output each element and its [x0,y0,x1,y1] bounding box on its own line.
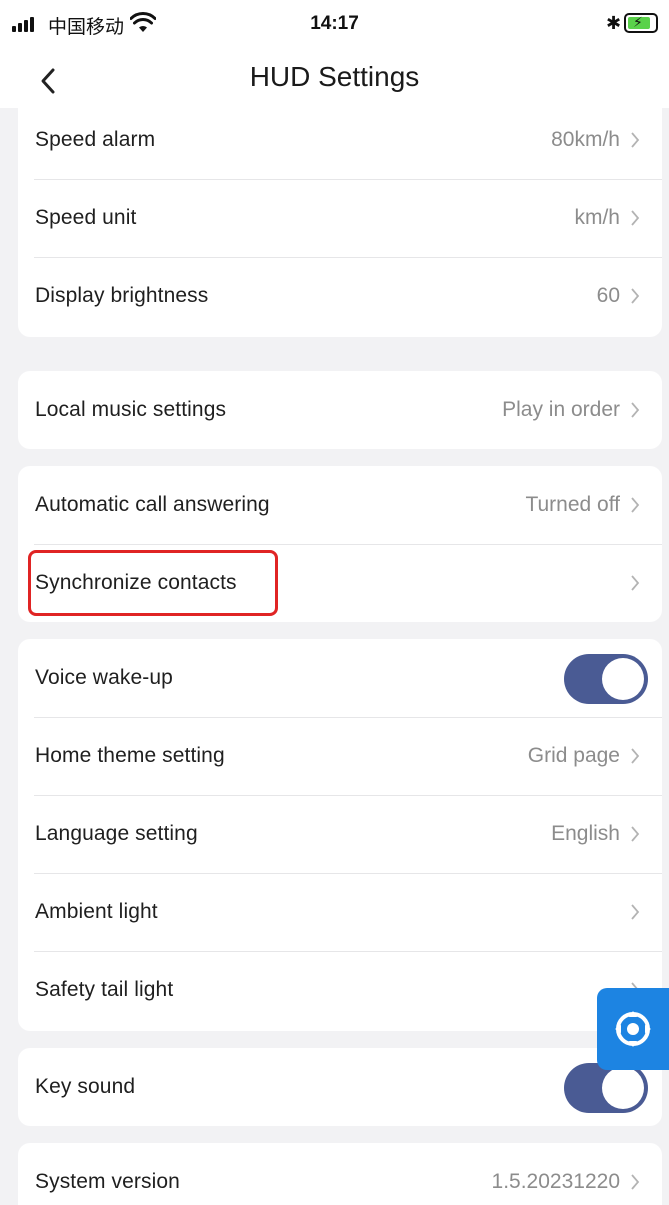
bluetooth-icon: ✱ [606,13,622,33]
setting-row-safety-tail-light[interactable]: Safety tail light [18,951,662,1029]
setting-label: Speed unit [35,206,137,229]
setting-value: Turned off [525,493,620,516]
setting-value: Play in order [502,398,620,421]
voice-wakeup-toggle[interactable] [564,654,648,704]
setting-value: km/h [574,206,620,229]
setting-row-speed-unit[interactable]: Speed unit km/h [18,179,662,257]
clock: 14:17 [310,13,359,34]
setting-label: Language setting [35,822,198,845]
settings-group-sound: Key sound [18,1048,662,1126]
chevron-right-icon [631,288,640,304]
setting-row-ambient-light[interactable]: Ambient light [18,873,662,951]
chevron-right-icon [631,210,640,226]
setting-label: Automatic call answering [35,493,270,516]
setting-value: 1.5.20231220 [491,1170,620,1193]
chevron-right-icon [631,904,640,920]
setting-row-speed-alarm[interactable]: Speed alarm 80km/h [18,101,662,179]
setting-label: Ambient light [35,900,158,923]
setting-label: Safety tail light [35,978,174,1001]
setting-row-sync-contacts[interactable]: Synchronize contacts [18,544,662,622]
setting-label: Key sound [35,1075,136,1098]
setting-label: Synchronize contacts [35,571,237,594]
setting-label: Display brightness [35,284,209,307]
setting-row-auto-answer[interactable]: Automatic call answering Turned off [18,466,662,544]
setting-row-language[interactable]: Language setting English [18,795,662,873]
settings-group-system: System version 1.5.20231220 [18,1143,662,1205]
page-title: HUD Settings [249,61,420,92]
chevron-right-icon [631,575,640,591]
status-bar: 中国移动 14:17 ✱ ⚡ [0,0,669,50]
setting-label: System version [35,1170,180,1193]
settings-group-general: Voice wake-up Home theme setting Grid pa… [18,639,662,1031]
chevron-right-icon [631,1174,640,1190]
setting-value: English [551,822,620,845]
setting-row-home-theme[interactable]: Home theme setting Grid page [18,717,662,795]
chevron-right-icon [631,748,640,764]
battery-charging-icon: ⚡ [624,13,658,33]
setting-value: Grid page [527,744,620,767]
chevron-right-icon [631,497,640,513]
settings-group-music: Local music settings Play in order [18,371,662,449]
setting-row-voice-wakeup: Voice wake-up [18,639,662,717]
nav-bar: HUD Settings [0,50,669,108]
setting-value: 80km/h [551,128,620,151]
setting-label: Speed alarm [35,128,156,151]
setting-row-system-version[interactable]: System version 1.5.20231220 [18,1143,662,1205]
assistive-touch-button[interactable] [597,988,669,1070]
setting-row-key-sound: Key sound [18,1048,662,1126]
settings-group-calls: Automatic call answering Turned off Sync… [18,466,662,622]
setting-label: Local music settings [35,398,227,421]
chevron-right-icon [631,402,640,418]
key-sound-toggle[interactable] [564,1063,648,1113]
setting-value: 60 [596,284,620,307]
chevron-right-icon [631,826,640,842]
setting-label: Home theme setting [35,744,225,767]
setting-row-display-brightness[interactable]: Display brightness 60 [18,257,662,335]
assistive-touch-icon [615,1011,651,1047]
settings-group-display: Speed alarm 80km/h Speed unit km/h Displ… [18,101,662,337]
setting-row-local-music[interactable]: Local music settings Play in order [18,371,662,449]
chevron-right-icon [631,132,640,148]
setting-label: Voice wake-up [35,666,173,689]
